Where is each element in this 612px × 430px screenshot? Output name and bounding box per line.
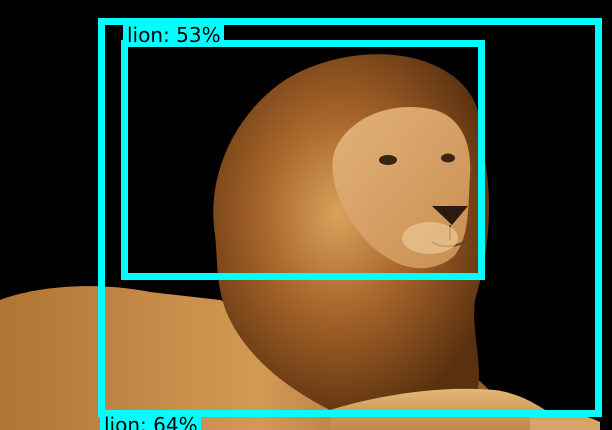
detection-label-outer: lion: 64% xyxy=(100,414,201,430)
detection-label-inner: lion: 53% xyxy=(123,24,224,46)
detection-box-inner xyxy=(121,40,485,280)
detection-canvas: lion: 53% lion: 64% xyxy=(0,0,612,430)
